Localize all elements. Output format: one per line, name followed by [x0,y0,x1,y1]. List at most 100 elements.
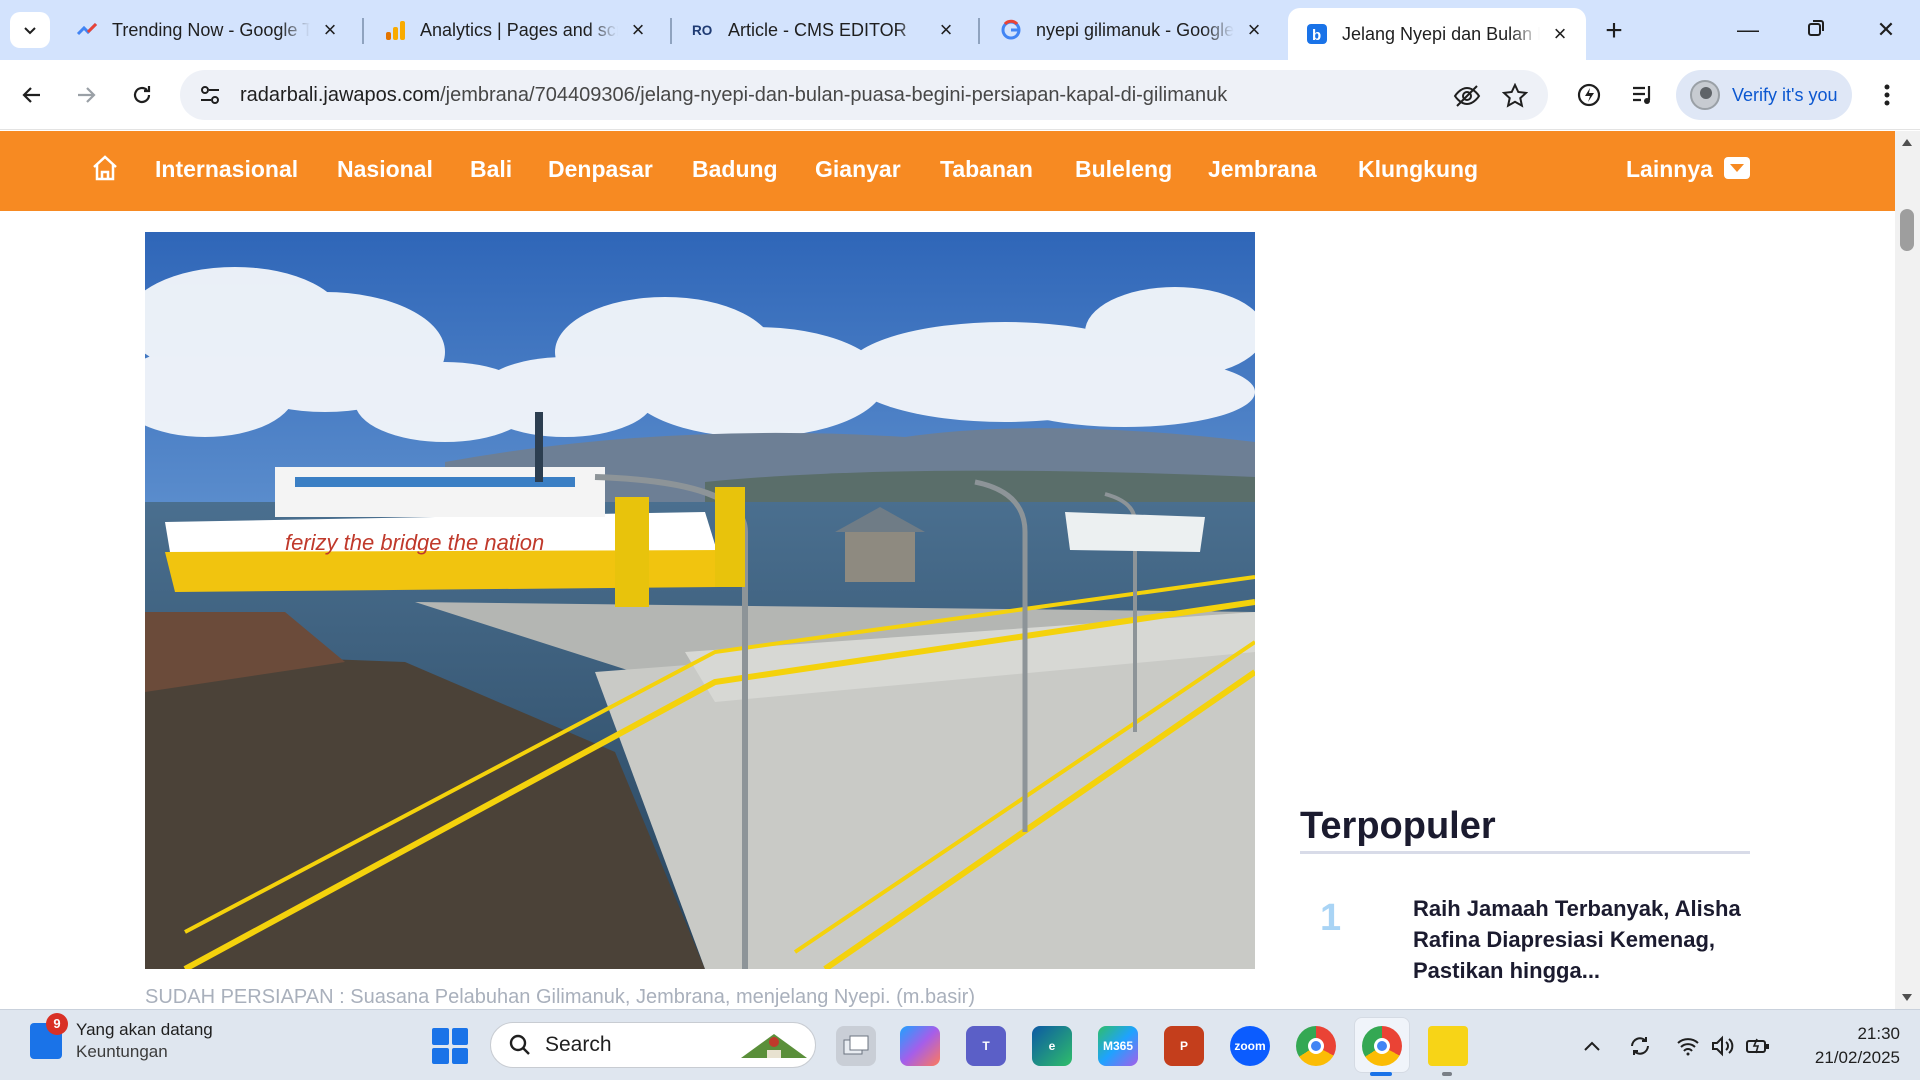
tab-trends[interactable]: Trending Now - Google Trends × [58,8,356,52]
tab-google-search[interactable]: nyepi gilimanuk - Google Search × [982,8,1280,52]
volume-icon[interactable] [1708,1032,1736,1060]
sticky-notes-icon[interactable] [1428,1026,1468,1066]
active-app-indicator [1370,1072,1392,1076]
site-nav-bar: Internasional Nasional Bali Denpasar Bad… [0,131,1895,211]
chrome-menu-icon[interactable] [1872,78,1902,112]
caret-down-icon[interactable] [1724,157,1750,179]
nav-buleleng[interactable]: Buleleng [1075,156,1172,183]
reload-button[interactable] [124,77,160,113]
address-bar[interactable]: radarbali.jawapos.com/jembrana/704409306… [180,70,1548,120]
tab-title: Article - CMS EDITOR [728,19,907,40]
start-button[interactable] [432,1028,468,1064]
tab-title: Analytics | Pages and screens [420,19,618,40]
google-icon [1000,19,1022,41]
restore-icon [1808,20,1824,36]
performance-icon[interactable] [1572,78,1606,112]
chevron-up-icon[interactable] [1578,1032,1606,1060]
bookmark-star-icon[interactable] [1500,81,1530,111]
zoom-icon[interactable]: zoom [1230,1026,1270,1066]
search-highlight-icon [741,1034,807,1058]
close-icon[interactable]: × [318,18,342,42]
profile-button[interactable]: Verify it's you [1676,70,1852,120]
home-icon[interactable] [90,153,120,183]
tab-title: Trending Now - Google Trends [112,19,310,40]
popular-heading: Terpopuler [1300,805,1496,847]
cms-icon: RO [692,19,714,41]
tab-separator [670,18,672,44]
system-clock[interactable]: 21:30 21/02/2025 [1790,1022,1900,1070]
nav-klungkung[interactable]: Klungkung [1358,156,1478,183]
arrow-left-icon [22,87,40,103]
restore-button[interactable] [1794,12,1838,48]
sync-icon[interactable] [1626,1032,1654,1060]
chrome-profile-icon[interactable] [1362,1026,1402,1066]
widgets-button[interactable]: 9 Yang akan datang Keuntungan [30,1013,213,1062]
arrow-right-icon [78,87,96,103]
svg-text:b: b [1312,27,1321,44]
popular-item-link[interactable]: Raih Jamaah Terbanyak, Alisha Rafina Dia… [1413,893,1743,986]
close-window-button[interactable]: ✕ [1864,12,1908,48]
m365-icon[interactable]: M365 [1098,1026,1138,1066]
avatar [1690,80,1720,110]
tab-radarbali-active[interactable]: b Jelang Nyepi dan Bulan Puasa × [1288,8,1586,60]
url-domain: radarbali.jawapos.com [240,83,441,106]
profile-label: Verify it's you [1732,84,1838,105]
scroll-up-icon[interactable] [1902,139,1912,146]
media-controls-icon[interactable] [1626,78,1660,112]
article-photo: ferizy the bridge the nation [145,232,1255,969]
nav-jembrana[interactable]: Jembrana [1208,156,1317,183]
minimize-button[interactable]: — [1726,12,1770,48]
scroll-down-icon[interactable] [1902,994,1912,1001]
nav-lainnya[interactable]: Lainnya [1626,156,1713,183]
nav-internasional[interactable]: Internasional [155,156,298,183]
trends-icon [76,19,98,41]
analytics-icon [384,19,406,41]
close-icon[interactable]: × [1548,22,1572,46]
close-icon[interactable]: × [934,18,958,42]
tab-title: Jelang Nyepi dan Bulan Puasa [1342,23,1540,44]
battery-icon[interactable] [1744,1032,1772,1060]
nav-tabanan[interactable]: Tabanan [940,156,1033,183]
calendar-widget-icon: 9 [30,1013,68,1059]
photo-caption: SUDAH PERSIAPAN : Suasana Pelabuhan Gili… [145,986,975,1008]
tab-strip: Trending Now - Google Trends × Analytics… [0,0,1920,60]
tab-separator [978,18,980,44]
clock-date: 21/02/2025 [1814,1048,1900,1067]
nav-denpasar[interactable]: Denpasar [548,156,653,183]
chevron-down-icon [24,27,36,35]
popular-rank: 1 [1320,897,1342,939]
tab-cms[interactable]: RO Article - CMS EDITOR × [674,8,972,52]
chrome-icon[interactable] [1296,1026,1336,1066]
forward-button[interactable] [68,77,104,113]
reload-icon [133,86,151,104]
close-icon[interactable]: × [1242,18,1266,42]
site-settings-icon[interactable] [198,83,222,107]
nav-nasional[interactable]: Nasional [337,156,433,183]
nav-badung[interactable]: Badung [692,156,778,183]
tab-separator [362,18,364,44]
powerpoint-icon[interactable]: P [1164,1026,1204,1066]
nav-bali[interactable]: Bali [470,156,512,183]
scrollbar-thumb[interactable] [1900,209,1914,251]
widget-subtitle: Keuntungan [76,1042,168,1061]
svg-text:RO: RO [692,23,712,38]
eye-slash-icon[interactable] [1452,81,1482,111]
widget-title: Yang akan datang [76,1020,213,1039]
tab-title: nyepi gilimanuk - Google Search [1036,19,1234,40]
page-scrollbar[interactable] [1895,131,1920,1009]
tab-search-button[interactable] [10,12,50,48]
taskbar-search[interactable]: Search [490,1022,816,1068]
tab-analytics[interactable]: Analytics | Pages and screens × [366,8,664,52]
close-icon[interactable]: × [626,18,650,42]
wifi-icon[interactable] [1674,1032,1702,1060]
url-text: radarbali.jawapos.com/jembrana/704409306… [240,84,1227,107]
new-tab-button[interactable]: + [1596,14,1632,50]
teams-icon[interactable]: T [966,1026,1006,1066]
copilot-icon[interactable] [900,1026,940,1066]
edge-icon[interactable]: e [1032,1026,1072,1066]
windows-logo-icon [432,1028,449,1045]
task-view-icon[interactable] [836,1026,876,1066]
notification-badge: 9 [46,1013,68,1035]
nav-gianyar[interactable]: Gianyar [815,156,901,183]
back-button[interactable] [14,77,50,113]
